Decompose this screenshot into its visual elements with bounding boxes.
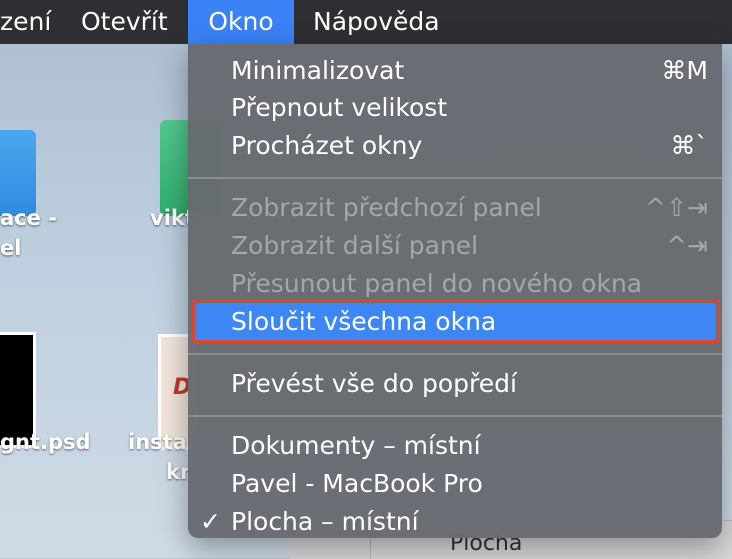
shortcut-label: ⌘` xyxy=(670,131,709,160)
desktop-item-label: el xyxy=(0,236,22,260)
menu-item-minimize[interactable]: Minimalizovat ⌘M xyxy=(188,52,722,90)
menu-item-bring-all-to-front[interactable]: Převést vše do popředí xyxy=(188,365,722,403)
window-menu-dropdown: Minimalizovat ⌘M Přepnout velikost Proch… xyxy=(188,44,722,538)
menu-separator xyxy=(188,177,722,179)
menu-item-label: Zobrazit předchozí panel xyxy=(231,193,542,222)
menu-item-move-tab-to-new-window[interactable]: Přesunout panel do nového okna xyxy=(188,265,722,303)
shortcut-label: ⌘M xyxy=(661,56,708,85)
folder-icon[interactable] xyxy=(0,130,36,216)
annotation-highlight-box xyxy=(192,299,720,343)
menu-item-next-tab[interactable]: Zobrazit další panel ^⇥ xyxy=(188,227,722,265)
menu-item-window-plocha[interactable]: ✓ Plocha – místní xyxy=(188,503,722,541)
desktop-item-label: gnt.psd xyxy=(0,430,91,454)
menu-item-label: Převést vše do popředí xyxy=(231,369,517,398)
menu-item-label: Plocha – místní xyxy=(231,507,419,536)
menu-separator xyxy=(188,353,722,355)
menu-item-zoom[interactable]: Přepnout velikost xyxy=(188,89,722,127)
menubar-item-napoveda[interactable]: Nápověda xyxy=(313,0,440,44)
menu-item-label: Procházet okny xyxy=(231,131,423,160)
desktop-item-label: insta xyxy=(128,430,187,454)
menu-item-cycle-windows[interactable]: Procházet okny ⌘` xyxy=(188,127,722,165)
shortcut-label: ^⇥ xyxy=(666,231,708,260)
menubar-item-okno[interactable]: Okno xyxy=(188,0,294,44)
menu-item-label: Pavel - MacBook Pro xyxy=(231,469,483,498)
menu-item-label: Přesunout panel do nového okna xyxy=(231,269,643,298)
menu-item-previous-tab[interactable]: Zobrazit předchozí panel ^⇧⇥ xyxy=(188,189,722,227)
menu-item-window-dokumenty[interactable]: Dokumenty – místní xyxy=(188,427,722,465)
desktop-item-label: kr xyxy=(166,460,191,484)
desktop-item-label: ace - xyxy=(0,206,57,230)
menu-item-label: Minimalizovat xyxy=(231,56,405,85)
menu-item-label: Dokumenty – místní xyxy=(231,431,481,460)
menu-separator xyxy=(188,415,722,417)
menubar-item-zobrazeni[interactable]: zení xyxy=(0,0,61,44)
checkmark-icon: ✓ xyxy=(200,507,221,536)
menu-bar: zení Otevřít Okno Nápověda xyxy=(0,0,732,44)
menu-item-label: Přepnout velikost xyxy=(231,93,448,122)
menubar-item-otevrit[interactable]: Otevřít xyxy=(81,0,168,44)
menu-item-window-macbook[interactable]: Pavel - MacBook Pro xyxy=(188,465,722,503)
shortcut-label: ^⇧⇥ xyxy=(645,193,708,222)
menu-item-label: Zobrazit další panel xyxy=(231,231,479,260)
